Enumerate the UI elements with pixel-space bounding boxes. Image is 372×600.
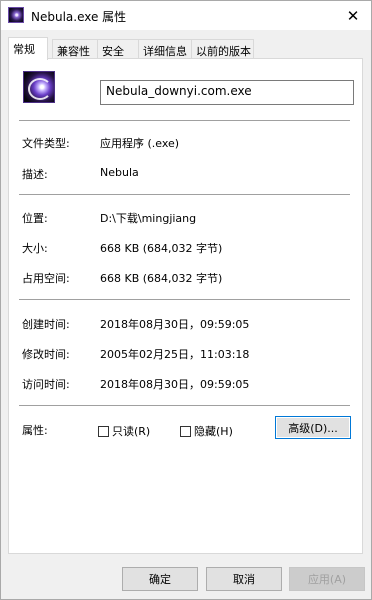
file-name-field[interactable]: Nebula_downyi.com.exe: [100, 80, 354, 105]
apply-button[interactable]: 应用(A): [289, 567, 365, 591]
attributes-label: 属性:: [22, 424, 48, 437]
accessed-value: 2018年08月30日，09:59:05: [100, 378, 250, 391]
description-value: Nebula: [100, 166, 139, 179]
window-title: Nebula.exe 属性: [31, 10, 127, 24]
file-icon: [23, 71, 55, 103]
created-label: 创建时间:: [22, 318, 70, 331]
tab-security[interactable]: 安全: [97, 39, 139, 59]
tab-general[interactable]: 常规: [8, 37, 48, 60]
created-value: 2018年08月30日，09:59:05: [100, 318, 250, 331]
size-label: 大小:: [22, 242, 48, 255]
advanced-button[interactable]: 高级(D)...: [275, 416, 351, 439]
readonly-label: 只读(R): [112, 425, 151, 438]
size-value: 668 KB (684,032 字节): [100, 242, 223, 255]
tab-details[interactable]: 详细信息: [138, 39, 192, 59]
accessed-label: 访问时间:: [22, 378, 70, 391]
tab-compatibility[interactable]: 兼容性: [52, 39, 98, 59]
close-icon: ✕: [346, 6, 360, 25]
tab-label: 以前的版本: [196, 45, 251, 58]
ok-button[interactable]: 确定: [122, 567, 198, 591]
cancel-button[interactable]: 取消: [206, 567, 282, 591]
tab-label: 常规: [13, 43, 35, 56]
title-bar[interactable]: Nebula.exe 属性 ✕: [1, 1, 371, 30]
location-value: D:\下载\mingjiang: [100, 212, 197, 225]
file-type-label: 文件类型:: [22, 137, 70, 150]
size-on-disk-value: 668 KB (684,032 字节): [100, 272, 223, 285]
location-label: 位置:: [22, 212, 48, 225]
general-panel: Nebula_downyi.com.exe 文件类型: 应用程序 (.exe) …: [8, 58, 363, 554]
hidden-checkbox[interactable]: 隐藏(H): [180, 423, 233, 439]
divider: [19, 299, 350, 300]
properties-window: Nebula.exe 属性 ✕ 常规 兼容性 安全 详细信息 以前的版本 Neb…: [0, 0, 372, 600]
description-label: 描述:: [22, 168, 48, 181]
close-button[interactable]: ✕: [335, 1, 371, 30]
tab-label: 安全: [102, 45, 124, 58]
tab-previous-versions[interactable]: 以前的版本: [191, 39, 254, 59]
file-type-value: 应用程序 (.exe): [100, 137, 180, 150]
checkbox-box[interactable]: [180, 425, 191, 437]
tab-label: 兼容性: [57, 45, 90, 58]
checkbox-box[interactable]: [98, 425, 109, 437]
nebula-app-icon: [8, 7, 24, 23]
hidden-label: 隐藏(H): [194, 425, 233, 438]
tab-label: 详细信息: [143, 45, 187, 58]
size-on-disk-label: 占用空间:: [22, 272, 70, 285]
readonly-checkbox[interactable]: 只读(R): [98, 423, 150, 439]
divider: [19, 405, 350, 406]
divider: [19, 194, 350, 195]
modified-value: 2005年02月25日，11:03:18: [100, 348, 250, 361]
divider: [19, 120, 350, 121]
modified-label: 修改时间:: [22, 348, 70, 361]
